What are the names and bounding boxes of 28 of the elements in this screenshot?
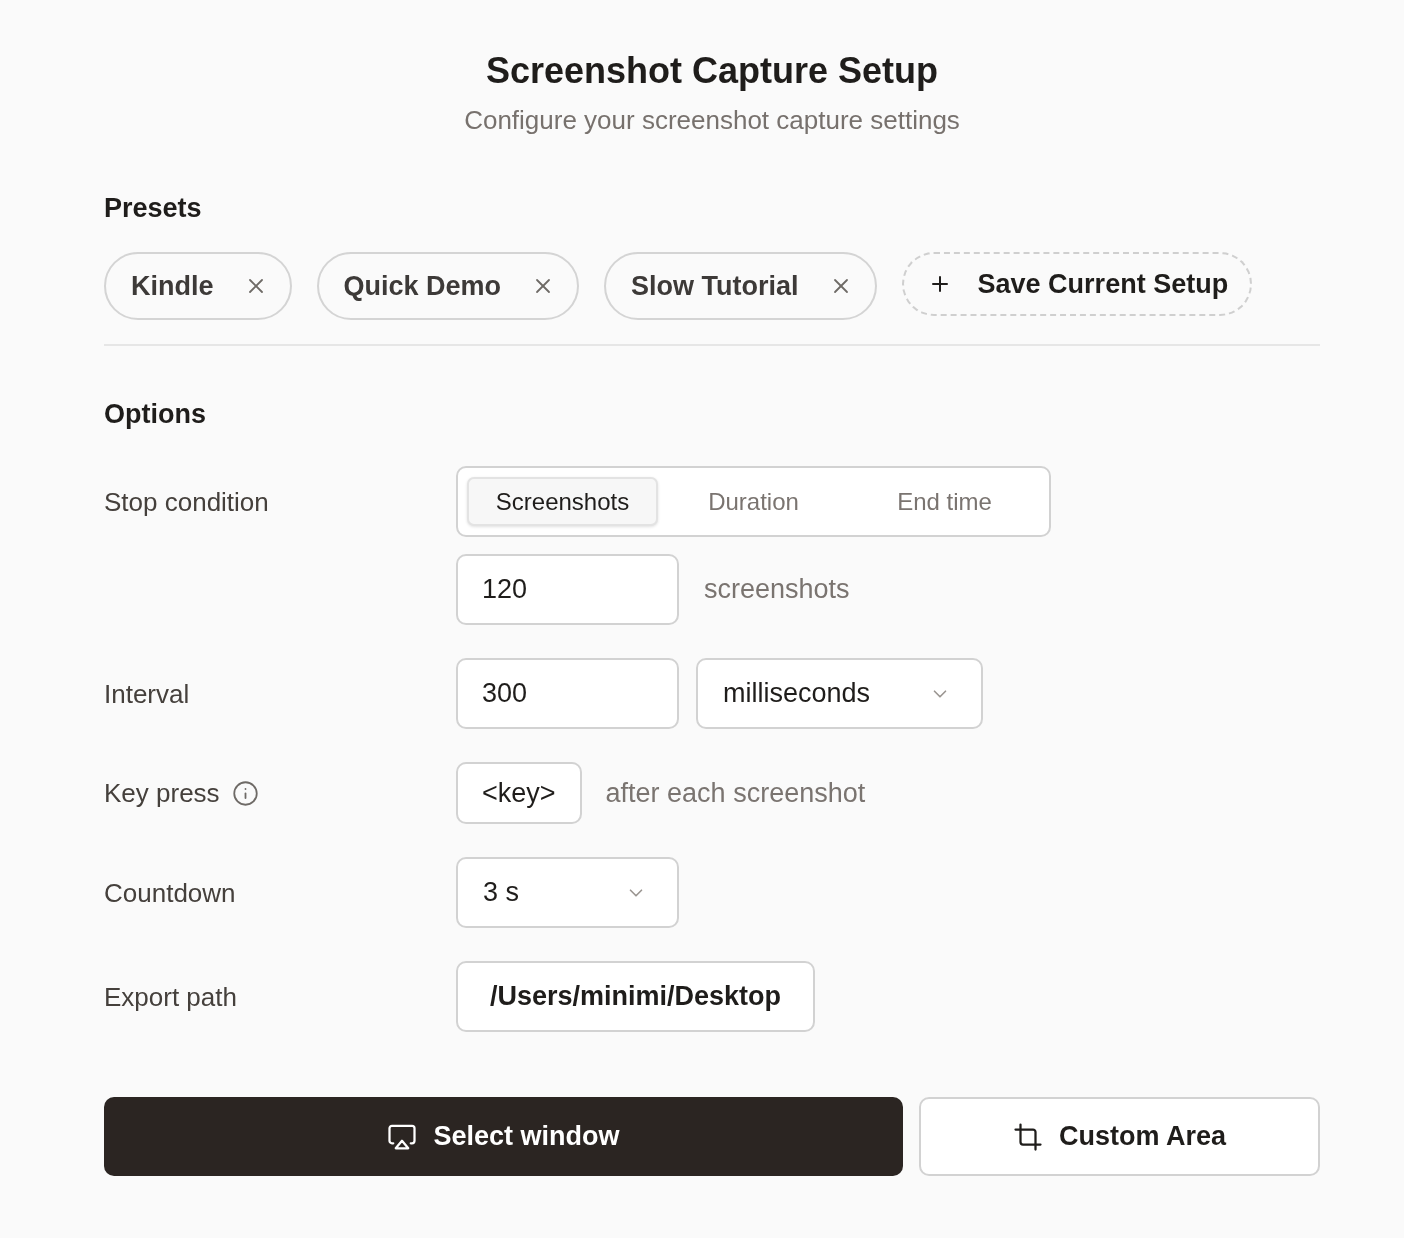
- interval-input[interactable]: 300: [456, 658, 679, 729]
- segment-tab[interactable]: End time: [849, 477, 1040, 526]
- preset-chip[interactable]: Quick Demo: [316, 252, 580, 320]
- section-heading: Presets: [104, 192, 202, 224]
- count-input[interactable]: 120: [456, 554, 679, 625]
- field-label: Countdown: [104, 876, 236, 909]
- crop-icon: [1012, 1121, 1043, 1152]
- info-icon[interactable]: [231, 779, 259, 807]
- unit-text: screenshots: [704, 573, 850, 607]
- export-path-button[interactable]: /Users/minimi/Desktop: [456, 961, 816, 1032]
- field-label: Stop condition: [104, 485, 269, 518]
- field-label: Interval: [104, 677, 190, 710]
- countdown-select[interactable]: 3 s: [456, 857, 679, 928]
- custom-area-button[interactable]: Custom Area: [919, 1097, 1320, 1176]
- key-input[interactable]: <key>: [456, 762, 582, 824]
- field-label: Key press: [104, 777, 220, 809]
- field-label: Export path: [104, 980, 237, 1013]
- page-title: Screenshot Capture Setup: [485, 49, 939, 93]
- preset-chip[interactable]: Kindle: [104, 252, 292, 320]
- segment-tab[interactable]: Screenshots: [467, 477, 658, 526]
- select-window-button[interactable]: Select window: [104, 1097, 903, 1176]
- preset-chip[interactable]: Slow Tutorial: [604, 252, 877, 320]
- segment-tab[interactable]: Duration: [658, 477, 849, 526]
- unit-select[interactable]: milliseconds: [696, 658, 983, 729]
- hint-text: after each screenshot: [605, 776, 866, 810]
- page-subtitle: Configure your screenshot capture settings: [464, 104, 960, 136]
- section-heading: Options: [104, 398, 206, 430]
- save-preset-button[interactable]: Save Current Setup: [901, 252, 1253, 316]
